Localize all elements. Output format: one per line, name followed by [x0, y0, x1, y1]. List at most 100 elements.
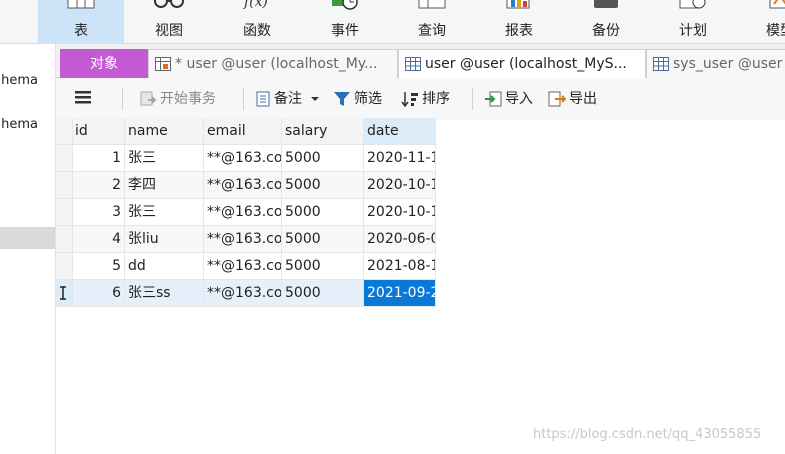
row-selector[interactable] [56, 172, 73, 199]
note-button[interactable]: 备注 [255, 89, 323, 109]
cell-email[interactable]: **@163.co [204, 280, 282, 307]
sort-icon [401, 92, 418, 107]
cell-id[interactable]: 4 [73, 226, 125, 253]
row-selector[interactable] [56, 253, 73, 280]
nav-item-label: hema [1, 73, 38, 88]
ribbon-report-button[interactable]: 报表 [476, 0, 562, 44]
column-header-id[interactable]: id [73, 118, 125, 145]
toolbar-separator [122, 88, 123, 110]
cell-salary[interactable]: 5000 [282, 145, 364, 172]
cell-name[interactable]: 张三 [125, 199, 204, 226]
nav-item-schema[interactable]: hema [0, 70, 55, 92]
column-header-date[interactable]: date [364, 118, 436, 145]
table-row-current[interactable]: 6 张三ss **@163.co 5000 2021-09-2 [56, 280, 436, 307]
table-row[interactable]: 4 张liu **@163.co 5000 2020-06-0 [56, 226, 436, 253]
tab-sys-user[interactable]: sys_user @user [646, 49, 785, 78]
column-header-salary[interactable]: salary [282, 118, 364, 145]
chevron-down-icon [311, 97, 320, 101]
ribbon-model-button[interactable]: 模型 [737, 0, 785, 44]
ribbon-label: 表 [74, 23, 88, 39]
tab-label: sys_user @user [673, 56, 783, 72]
table-row[interactable]: 3 张三 **@163.co 5000 2020-10-1 [56, 199, 436, 226]
navicat-window: 表 视图 f(x) 函数 事件 查询 报表 备份 计划 模 hema hema … [0, 0, 785, 454]
tab-user-data[interactable]: user @user (localhost_MyS... [398, 49, 646, 79]
cell-email[interactable]: **@163.co [204, 145, 282, 172]
ribbon-backup-button[interactable]: 备份 [563, 0, 649, 44]
table-row[interactable]: 5 dd **@163.co 5000 2021-08-1 [56, 253, 436, 280]
begin-transaction-button[interactable]: 开始事务 [139, 89, 216, 109]
cell-salary[interactable]: 5000 [282, 226, 364, 253]
model-icon [769, 0, 785, 9]
cell-id[interactable]: 5 [73, 253, 125, 280]
cell-date[interactable]: 2020-10-1 [364, 199, 436, 226]
cell-date[interactable]: 2021-08-1 [364, 253, 436, 280]
cell-id[interactable]: 3 [73, 199, 125, 226]
hamburger-icon [75, 91, 91, 104]
nav-selected-item[interactable] [0, 227, 55, 249]
cell-date[interactable]: 2020-11-1 [364, 145, 436, 172]
table-row[interactable]: 2 李四 **@163.co 5000 2020-10-1 [56, 172, 436, 199]
cell-salary[interactable]: 5000 [282, 199, 364, 226]
tab-user-design[interactable]: * user @user (localhost_My... [148, 49, 398, 78]
cell-salary[interactable]: 5000 [282, 172, 364, 199]
ribbon-schedule-button[interactable]: 计划 [650, 0, 736, 44]
column-header-name[interactable]: name [125, 118, 204, 145]
data-toolbar: 开始事务 备注 筛选 排序 导入 导出 [56, 78, 785, 120]
cell-name[interactable]: dd [125, 253, 204, 280]
schedule-icon [679, 0, 706, 9]
cell-name[interactable]: 张liu [125, 226, 204, 253]
clock-icon [332, 0, 358, 10]
menu-button[interactable] [74, 89, 92, 109]
ribbon-label: 报表 [505, 23, 533, 39]
cell-date[interactable]: 2020-06-0 [364, 226, 436, 253]
ribbon-view-button[interactable]: 视图 [126, 0, 212, 44]
ribbon-query-button[interactable]: 查询 [389, 0, 475, 44]
export-button[interactable]: 导出 [548, 89, 597, 109]
backup-icon [594, 0, 618, 8]
cell-id[interactable]: 1 [73, 145, 125, 172]
filter-button[interactable]: 筛选 [333, 89, 382, 109]
sort-button[interactable]: 排序 [401, 89, 450, 109]
cell-email[interactable]: **@163.co [204, 199, 282, 226]
ribbon-function-button[interactable]: f(x) 函数 [214, 0, 300, 44]
cell-email[interactable]: **@163.co [204, 226, 282, 253]
cell-name[interactable]: 张三 [125, 145, 204, 172]
cell-date[interactable]: 2020-10-1 [364, 172, 436, 199]
begin-transaction-label: 开始事务 [160, 91, 216, 107]
table-icon [653, 57, 669, 71]
cell-salary[interactable]: 5000 [282, 253, 364, 280]
ribbon-event-button[interactable]: 事件 [302, 0, 388, 44]
report-icon [506, 0, 530, 9]
cell-name[interactable]: 张三ss [125, 280, 204, 307]
toolbar-separator [243, 88, 244, 110]
row-selector[interactable] [56, 145, 73, 172]
ribbon-table-button[interactable]: 表 [38, 0, 124, 44]
table-design-icon [155, 57, 171, 71]
nav-item-schema[interactable]: hema [0, 114, 55, 136]
row-selector[interactable] [56, 226, 73, 253]
glasses-icon [154, 0, 184, 8]
cell-id[interactable]: 6 [73, 280, 125, 307]
cell-date-selected[interactable]: 2021-09-2 [364, 280, 436, 307]
tab-label: user @user (localhost_MyS... [425, 56, 627, 72]
tab-objects[interactable]: 对象 [60, 49, 148, 78]
ribbon-label: 模型 [766, 23, 785, 39]
cell-email[interactable]: **@163.co [204, 253, 282, 280]
ribbon-label: 视图 [155, 23, 183, 39]
export-icon [548, 91, 566, 107]
cell-name[interactable]: 李四 [125, 172, 204, 199]
row-selector[interactable] [56, 280, 73, 307]
cell-email[interactable]: **@163.co [204, 172, 282, 199]
cell-salary[interactable]: 5000 [282, 280, 364, 307]
import-button[interactable]: 导入 [484, 89, 533, 109]
cell-id[interactable]: 2 [73, 172, 125, 199]
query-table-icon [418, 0, 446, 9]
text-cursor-icon [60, 286, 66, 300]
tab-bar: 对象 * user @user (localhost_My... user @u… [56, 44, 785, 79]
toolbar-separator [472, 88, 473, 110]
table-row[interactable]: 1 张三 **@163.co 5000 2020-11-1 [56, 145, 436, 172]
import-icon [485, 91, 502, 107]
filter-label: 筛选 [354, 91, 382, 107]
column-header-email[interactable]: email [204, 118, 282, 145]
row-selector[interactable] [56, 199, 73, 226]
